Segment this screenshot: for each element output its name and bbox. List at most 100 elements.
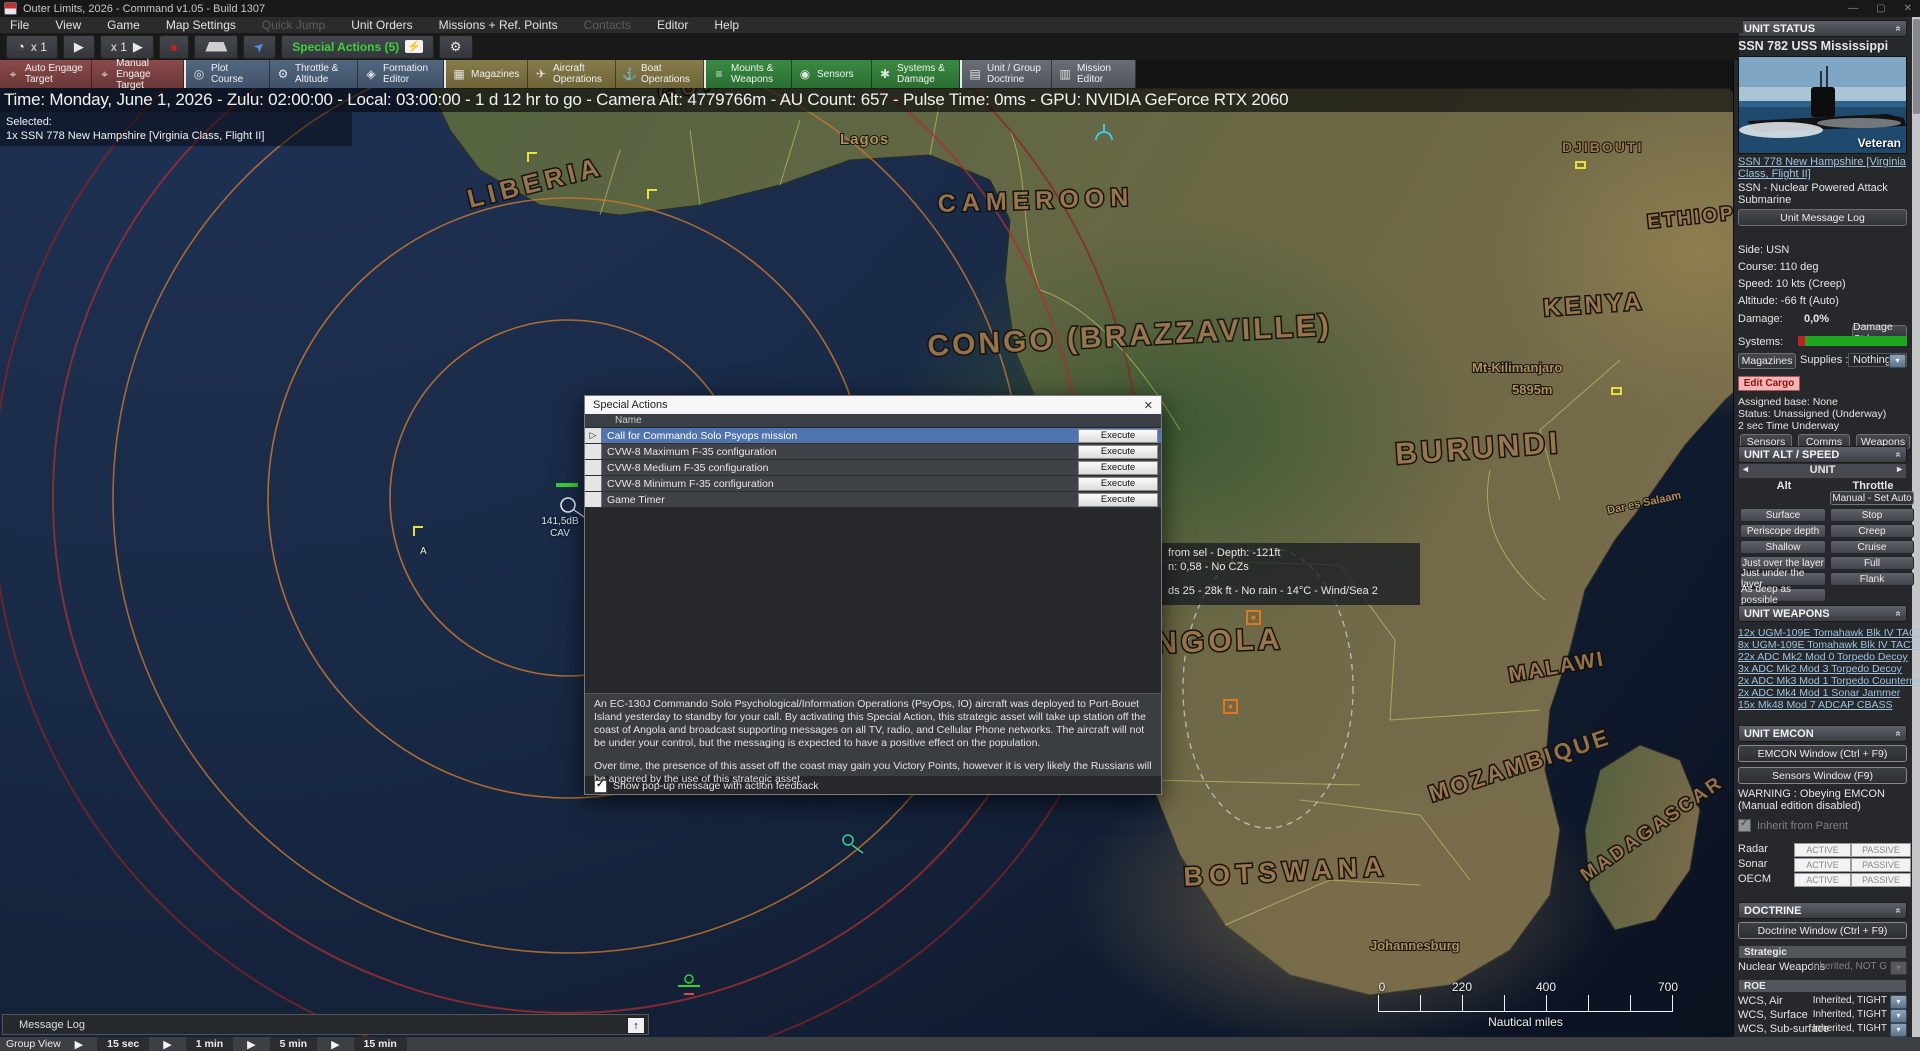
chevron-up-icon: « <box>1893 26 1904 32</box>
menu-map-settings[interactable]: Map Settings <box>166 18 236 32</box>
interval-15min-button[interactable]: 15 min <box>354 1037 407 1051</box>
alt-periscope-button[interactable]: Periscope depth <box>1740 524 1826 538</box>
close-icon[interactable]: ✕ <box>1904 3 1912 14</box>
ribbon-mounts-weapons[interactable]: ≡ Mounts &Weapons <box>704 60 792 88</box>
menu-missions-ref-points[interactable]: Missions + Ref. Points <box>439 18 558 32</box>
throttle-cruise-button[interactable]: Cruise <box>1830 540 1914 554</box>
menu-help[interactable]: Help <box>714 18 739 32</box>
weapon-link[interactable]: 12x UGM-109E Tomahawk Blk IV TACTOM <box>1738 627 1907 639</box>
weapon-link[interactable]: 8x UGM-109E Tomahawk Blk IV TACTOM <box>1738 639 1907 651</box>
wcs-subsurface-dropdown[interactable]: ▾ <box>1890 1023 1907 1037</box>
ribbon-formation-editor[interactable]: ◈ FormationEditor <box>358 60 444 88</box>
special-action-row[interactable]: ▷ Call for Commando Solo Psyops mission … <box>585 428 1161 444</box>
weapon-link[interactable]: 3x ADC Mk2 Mod 3 Torpedo Decoy <box>1738 663 1907 675</box>
message-log-panel[interactable]: Message Log ↑ <box>2 1014 649 1035</box>
unit-emcon-header[interactable]: UNIT EMCON « <box>1738 725 1907 742</box>
time-compression-button[interactable]: ◔ x 1 <box>6 35 58 59</box>
minimize-icon[interactable]: — <box>1848 3 1858 14</box>
ribbon-unit-group-doctrine[interactable]: ▤ Unit / GroupDoctrine <box>960 60 1052 88</box>
scope-right-arrow[interactable]: ► <box>1895 464 1904 474</box>
manual-set-auto-button[interactable]: Manual - Set Auto <box>1830 491 1914 505</box>
step-button[interactable]: x 1 ▶ <box>100 35 154 59</box>
unit-view-button[interactable] <box>194 35 238 59</box>
gear-icon: ⚙ <box>450 39 462 55</box>
throttle-creep-button[interactable]: Creep <box>1830 524 1914 538</box>
radar-passive-button[interactable]: PASSIVE <box>1851 843 1911 857</box>
weapon-link[interactable]: 15x Mk48 Mod 7 ADCAP CBASS <box>1738 699 1907 711</box>
unit-class-link[interactable]: SSN 778 New Hampshire [Virginia Class, F… <box>1738 156 1907 180</box>
ribbon-sensors[interactable]: ◉ Sensors <box>792 60 872 88</box>
special-actions-button[interactable]: Special Actions (5) ⚡ <box>281 35 434 59</box>
ribbon-plot-course[interactable]: ◎ Plot Course <box>184 60 270 88</box>
contact-signature-label: 141,5dBCAV <box>536 516 584 540</box>
maximize-icon[interactable]: ▢ <box>1876 3 1885 14</box>
ribbon-magazines[interactable]: ▦ Magazines <box>444 60 528 88</box>
dialog-close-icon[interactable]: ✕ <box>1144 399 1153 412</box>
execute-button[interactable]: Execute <box>1078 445 1158 459</box>
jump-to-button[interactable]: ➤ <box>243 35 276 59</box>
unit-alt-speed-header[interactable]: UNIT ALT / SPEED « <box>1738 446 1907 463</box>
execute-button[interactable]: Execute <box>1078 429 1158 443</box>
sonar-active-button[interactable]: ACTIVE <box>1794 858 1851 872</box>
ribbon-systems-damage[interactable]: ✱ Systems &Damage <box>872 60 960 88</box>
special-action-row[interactable]: CVW-8 Medium F-35 configuration Execute <box>585 460 1161 476</box>
interval-1min-button[interactable]: 1 min <box>186 1037 233 1051</box>
execute-button[interactable]: Execute <box>1078 477 1158 491</box>
alt-shallow-button[interactable]: Shallow <box>1740 540 1826 554</box>
execute-button[interactable]: Execute <box>1078 461 1158 475</box>
interval-15sec-button[interactable]: 15 sec <box>97 1037 149 1051</box>
sonar-passive-button[interactable]: PASSIVE <box>1851 858 1911 872</box>
emcon-window-button[interactable]: EMCON Window (Ctrl + F9) <box>1738 745 1907 762</box>
special-action-row[interactable]: Game Timer Execute <box>585 492 1161 508</box>
damage-label: Damage: <box>1738 313 1783 325</box>
alt-deep-button[interactable]: As deep as possible <box>1740 588 1826 602</box>
unit-weapons-header[interactable]: UNIT WEAPONS « <box>1738 605 1907 622</box>
map-scale-bar: 0 220 400 700 Nautical miles <box>1378 980 1676 1032</box>
weapon-link[interactable]: 2x ADC Mk3 Mod 1 Torpedo Countermeasu <box>1738 675 1907 687</box>
wcs-air-dropdown[interactable]: ▾ <box>1890 995 1907 1009</box>
doctrine-window-button[interactable]: Doctrine Window (Ctrl + F9) <box>1738 922 1907 939</box>
supplies-dropdown[interactable]: Nothing ▾ <box>1848 353 1907 367</box>
special-action-row[interactable]: CVW-8 Maximum F-35 configuration Execute <box>585 444 1161 460</box>
doctrine-header[interactable]: DOCTRINE « <box>1738 902 1907 919</box>
special-action-row[interactable]: CVW-8 Minimum F-35 configuration Execute <box>585 476 1161 492</box>
unit-status-header[interactable]: UNIT STATUS « <box>1738 20 1907 37</box>
menu-file[interactable]: File <box>10 18 29 32</box>
sensors-window-button[interactable]: Sensors Window (F9) <box>1738 767 1907 784</box>
ribbon-aircraft-operations[interactable]: ✈ AircraftOperations <box>528 60 616 88</box>
ribbon-manual-engage-target[interactable]: ⌖ ManualEngage Target <box>92 60 184 88</box>
throttle-full-button[interactable]: Full <box>1830 556 1914 570</box>
ribbon-auto-engage-target[interactable]: ⌖ Auto EngageTarget <box>0 60 92 88</box>
interval-5min-button[interactable]: 5 min <box>270 1037 317 1051</box>
execute-button[interactable]: Execute <box>1078 493 1158 507</box>
ribbon-mission-editor[interactable]: ▥ MissionEditor <box>1052 60 1136 88</box>
magazines-button[interactable]: Magazines <box>1738 353 1796 369</box>
chevron-up-icon: « <box>1893 452 1904 458</box>
weapon-link[interactable]: 2x ADC Mk4 Mod 1 Sonar Jammer <box>1738 687 1907 699</box>
unit-message-log-button[interactable]: Unit Message Log <box>1738 209 1907 226</box>
magazine-icon: ▦ <box>452 67 466 81</box>
oecm-passive-button[interactable]: PASSIVE <box>1851 873 1911 887</box>
menu-game[interactable]: Game <box>107 18 140 32</box>
expand-log-button[interactable]: ↑ <box>627 1017 645 1034</box>
play-button[interactable]: ▶ <box>63 35 95 59</box>
menu-view[interactable]: View <box>55 18 81 32</box>
edit-cargo-button[interactable]: Edit Cargo <box>1738 376 1800 391</box>
throttle-stop-button[interactable]: Stop <box>1830 508 1914 522</box>
oecm-active-button[interactable]: ACTIVE <box>1794 873 1851 887</box>
menu-unit-orders[interactable]: Unit Orders <box>351 18 412 32</box>
menu-editor[interactable]: Editor <box>657 18 688 32</box>
dialog-titlebar[interactable]: Special Actions ✕ <box>585 396 1161 414</box>
group-view-button[interactable]: Group View <box>6 1038 61 1050</box>
ribbon-throttle-altitude[interactable]: ⚙ Throttle &Altitude <box>270 60 358 88</box>
feedback-checkbox[interactable] <box>594 780 607 793</box>
record-button[interactable]: ● <box>159 35 189 59</box>
weapon-link[interactable]: 22x ADC Mk2 Mod 0 Torpedo Decoy <box>1738 651 1907 663</box>
alt-surface-button[interactable]: Surface <box>1740 508 1826 522</box>
separator-play-icon: ▶ <box>75 1038 83 1051</box>
throttle-flank-button[interactable]: Flank <box>1830 572 1914 586</box>
settings-button[interactable]: ⚙ <box>439 35 473 59</box>
wcs-surface-dropdown[interactable]: ▾ <box>1890 1009 1907 1023</box>
radar-active-button[interactable]: ACTIVE <box>1794 843 1851 857</box>
ribbon-boat-operations[interactable]: ⚓ BoatOperations <box>616 60 704 88</box>
